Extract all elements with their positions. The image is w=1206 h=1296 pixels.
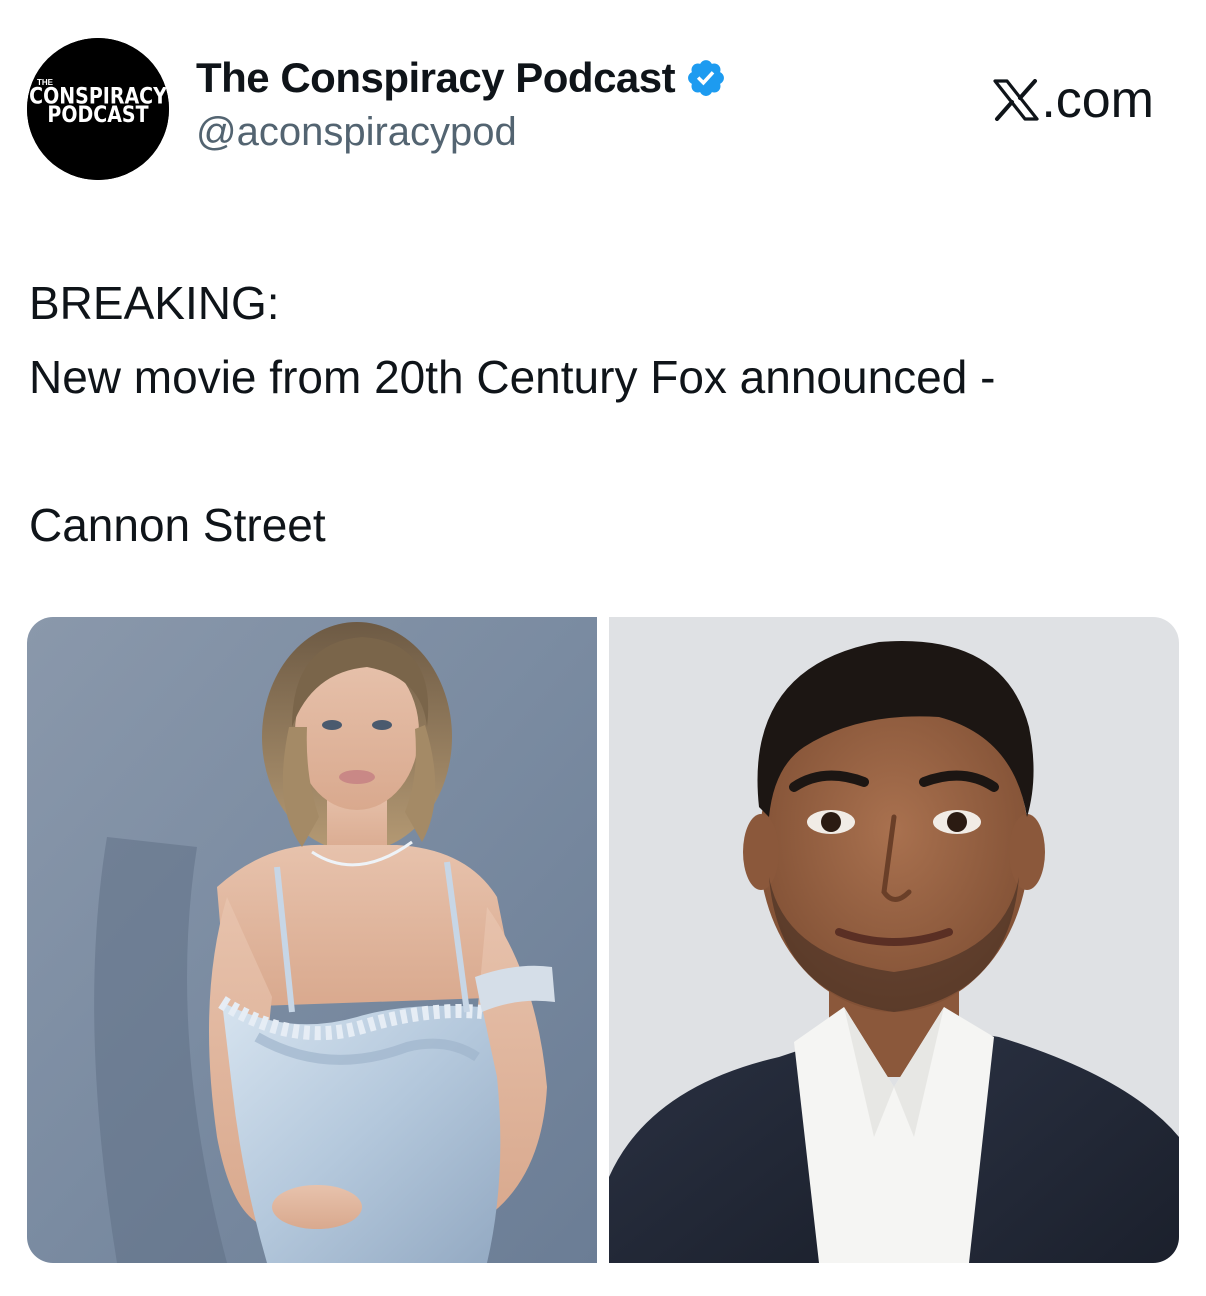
media-image-1[interactable] (27, 617, 597, 1263)
site-brand[interactable]: .com (993, 70, 1154, 130)
avatar-logo-line2: PODCAST (47, 102, 148, 128)
display-name[interactable]: The Conspiracy Podcast (196, 54, 676, 102)
brand-domain-suffix: .com (1041, 71, 1154, 129)
photo-man-in-dark-blazer-icon (609, 617, 1179, 1263)
tweet-line: Cannon Street (29, 499, 326, 551)
avatar[interactable]: THE CONSPIRACY PODCAST (27, 38, 169, 180)
x-logo-icon (993, 79, 1039, 121)
tweet-text: BREAKING: New movie from 20th Century Fo… (29, 266, 1179, 562)
tweet-line: BREAKING: (29, 277, 280, 329)
tweet-line: New movie from 20th Century Fox announce… (29, 351, 996, 403)
media-image-2[interactable] (609, 617, 1179, 1263)
user-handle[interactable]: @aconspiracypod (196, 110, 727, 155)
verified-badge-icon (688, 60, 725, 96)
author-info: The Conspiracy Podcast @aconspiracypod (196, 52, 727, 155)
tweet-media-grid (27, 617, 1179, 1263)
name-row: The Conspiracy Podcast (196, 52, 727, 104)
photo-woman-in-light-blue-gown-icon (27, 617, 597, 1263)
